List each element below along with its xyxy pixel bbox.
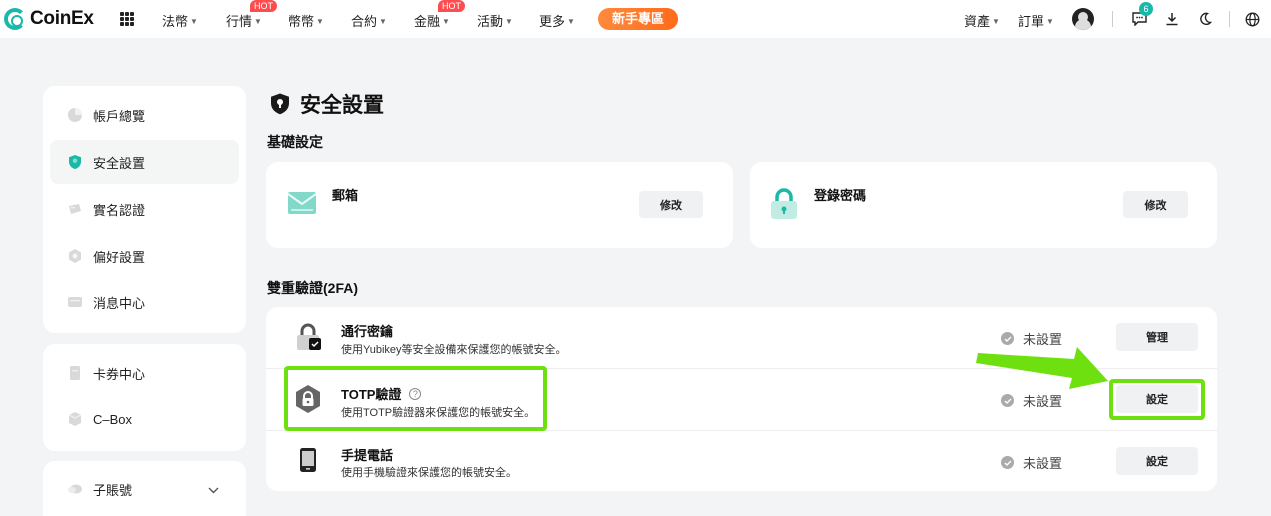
phone-icon: [298, 447, 318, 478]
message-count-badge: 6: [1139, 2, 1153, 16]
basic-settings-title: 基礎設定: [267, 134, 323, 150]
newbie-zone-button[interactable]: 新手專區: [598, 8, 678, 30]
security-shield-icon: [268, 92, 292, 116]
caret-down-icon: ▼: [316, 17, 324, 26]
caret-down-icon: ▼: [992, 17, 1000, 26]
divider: [1229, 11, 1230, 27]
sidebar-item-security[interactable]: 安全設置: [50, 140, 239, 184]
phone-description: 使用手機驗證來保護您的帳號安全。: [341, 467, 517, 479]
chevron-down-icon: [208, 482, 219, 497]
caret-down-icon: ▼: [379, 17, 387, 26]
check-circle-icon: [1001, 456, 1014, 469]
passkey-manage-button[interactable]: 管理: [1116, 323, 1198, 351]
box-icon: [67, 411, 83, 427]
settings-icon: [67, 248, 83, 264]
lock-icon: [769, 188, 799, 225]
login-password-card: 登錄密碼 修改: [750, 162, 1217, 248]
coupon-icon: [67, 365, 83, 381]
login-password-label: 登錄密碼: [814, 188, 867, 203]
highlight-box-totp: [284, 366, 547, 431]
caret-down-icon: ▼: [567, 17, 575, 26]
sidebar-rewards-group: 卡券中心 C–Box: [43, 344, 246, 451]
id-card-icon: [67, 201, 83, 217]
caret-down-icon: ▼: [505, 17, 513, 26]
nav-item-fiat[interactable]: 法幣 ▼: [162, 11, 198, 30]
email-label: 郵箱: [332, 188, 359, 203]
avatar[interactable]: [1072, 8, 1094, 30]
hot-badge: HOT: [438, 0, 465, 12]
sidebar-item-coupons[interactable]: 卡券中心: [50, 351, 239, 395]
highlight-box-setup-button: [1109, 379, 1205, 420]
sidebar-item-kyc[interactable]: 實名認證: [50, 187, 239, 231]
message-icon: [67, 294, 83, 310]
caret-down-icon: ▼: [254, 17, 262, 26]
coinex-logo-icon: [4, 8, 26, 30]
phone-title: 手提電話: [341, 448, 394, 463]
nav-item-activities[interactable]: 活動 ▼: [477, 11, 513, 30]
phone-status: 未設置: [1001, 453, 1062, 472]
nav-item-markets[interactable]: HOT 行情 ▼: [226, 0, 277, 30]
email-modify-button[interactable]: 修改: [639, 191, 703, 218]
phone-setup-button[interactable]: 設定: [1116, 447, 1198, 475]
sidebar-item-sub-account[interactable]: 子賬號: [50, 467, 239, 511]
caret-down-icon: ▼: [442, 17, 450, 26]
check-circle-icon: [1001, 332, 1014, 345]
hot-badge: HOT: [250, 0, 277, 12]
nav-item-finance[interactable]: HOT 金融 ▼: [414, 0, 465, 30]
login-password-modify-button[interactable]: 修改: [1123, 191, 1188, 218]
sidebar-item-overview[interactable]: 帳戶總覽: [50, 93, 239, 137]
caret-down-icon: ▼: [190, 17, 198, 26]
nav-item-futures[interactable]: 合約 ▼: [351, 11, 387, 30]
2fa-section-title: 雙重驗證(2FA): [267, 280, 358, 296]
sub-account-icon: [67, 481, 83, 497]
sidebar-account-group: 帳戶總覽 安全設置 實名認證 偏好設置 消息中心: [43, 86, 246, 333]
pie-chart-icon: [67, 107, 83, 123]
passkey-description: 使用Yubikey等安全設備來保護您的帳號安全。: [341, 344, 567, 356]
passkey-icon: [296, 323, 322, 356]
passkey-title: 通行密鑰: [341, 324, 394, 339]
orders-menu[interactable]: 訂單 ▼: [1018, 11, 1054, 30]
assets-menu[interactable]: 資產 ▼: [964, 11, 1000, 30]
top-navigation: CoinEx 法幣 ▼ HOT 行情 ▼ 幣幣 ▼ 合約 ▼ HOT 金融 ▼ 活動 ▼ 更多 ▼…: [0, 0, 1271, 38]
apps-grid-icon[interactable]: [120, 12, 134, 26]
divider: [1112, 11, 1113, 27]
dark-mode-icon[interactable]: [1197, 11, 1213, 27]
nav-item-more[interactable]: 更多 ▼: [539, 11, 575, 30]
download-icon[interactable]: [1164, 11, 1180, 27]
brand-logo[interactable]: CoinEx: [4, 8, 94, 30]
email-card: 郵箱 修改: [266, 162, 733, 248]
annotation-arrow-icon: [976, 347, 1108, 389]
envelope-icon: [287, 190, 317, 221]
sidebar-item-messages[interactable]: 消息中心: [50, 280, 239, 324]
page-title: 安全設置: [268, 89, 384, 119]
sidebar-item-cbox[interactable]: C–Box: [50, 397, 239, 441]
sidebar-item-preferences[interactable]: 偏好設置: [50, 234, 239, 278]
brand-name: CoinEx: [30, 8, 94, 29]
shield-icon: [67, 154, 83, 170]
globe-icon[interactable]: [1244, 11, 1260, 27]
caret-down-icon: ▼: [1046, 17, 1054, 26]
sidebar-subaccount-group: 子賬號: [43, 461, 246, 516]
nav-item-spot[interactable]: 幣幣 ▼: [288, 11, 324, 30]
